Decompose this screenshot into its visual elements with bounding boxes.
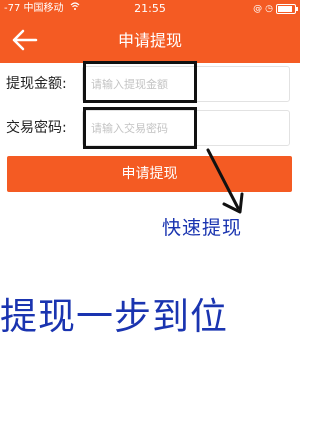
at-icon: @ <box>253 4 263 14</box>
amount-label: 提现金额: <box>6 76 67 92</box>
password-input[interactable] <box>83 111 289 145</box>
clock-icon: ◷ <box>265 4 273 14</box>
annotation-quick-withdraw: 快速提现 <box>162 217 243 239</box>
password-row: 交易密码: <box>0 108 300 148</box>
status-bar: -77 中国移动 21:55 @ ◷ <box>0 0 300 18</box>
annotation-arrow-icon <box>206 148 244 214</box>
password-field-wrapper <box>82 110 290 146</box>
nav-bar: 申请提现 <box>0 18 300 63</box>
amount-field-wrapper <box>82 66 290 102</box>
status-right: @ ◷ <box>253 0 298 18</box>
password-label: 交易密码: <box>6 120 67 136</box>
amount-input[interactable] <box>83 67 289 101</box>
page-title: 申请提现 <box>117 31 182 50</box>
annotation-one-step: 提现一步到位 <box>0 295 228 338</box>
battery-icon <box>276 4 298 14</box>
amount-row: 提现金额: <box>0 64 300 104</box>
